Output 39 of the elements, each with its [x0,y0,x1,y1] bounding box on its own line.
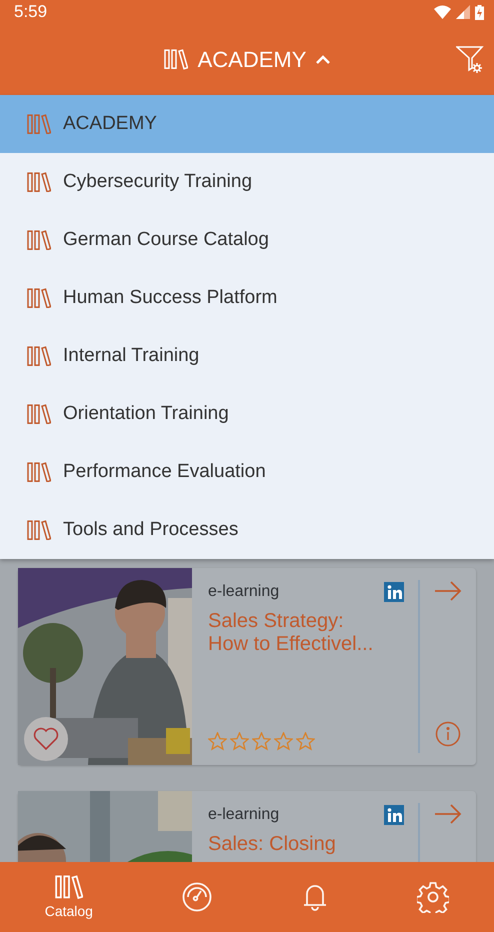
info-icon[interactable] [435,721,461,747]
arrow-right-icon[interactable] [434,803,462,825]
course-type: e-learning [208,583,280,601]
star-icon [274,732,293,751]
catalog-menu-item[interactable]: ACADEMY [0,95,494,153]
gauge-icon [182,882,212,912]
signal-icon [456,5,470,19]
settings-icon [417,881,450,913]
star-icon [230,732,249,751]
catalog-menu-item[interactable]: German Course Catalog [0,211,494,269]
star-icon [208,732,227,751]
bell-icon [302,882,328,912]
star-icon [252,732,271,751]
arrow-right-icon[interactable] [434,580,462,602]
heart-icon [33,727,59,751]
books-icon [27,404,51,424]
books-icon [27,230,51,250]
wifi-icon [434,5,451,19]
battery-icon [475,4,484,20]
course-card[interactable]: e-learning Sales: Closing [18,791,476,862]
books-icon [54,875,83,899]
books-icon [27,520,51,540]
catalog-menu-item[interactable]: Human Success Platform [0,269,494,327]
star-icon [296,732,315,751]
books-icon [27,288,51,308]
course-type: e-learning [208,806,280,824]
catalog-menu-item[interactable]: Performance Evaluation [0,443,494,501]
books-icon [27,462,51,482]
catalog-menu-item[interactable]: Cybersecurity Training [0,153,494,211]
filter-settings-icon[interactable] [456,46,484,74]
books-icon [27,346,51,366]
catalog-menu-item[interactable]: Tools and Processes [0,501,494,559]
catalog-menu-item[interactable]: Orientation Training [0,385,494,443]
books-icon [27,172,51,192]
books-icon [164,49,188,70]
books-icon [27,114,51,134]
catalog-menu-item[interactable]: Internal Training [0,327,494,385]
status-time: 5:59 [14,2,48,22]
course-card[interactable]: e-learning Sales Strategy: How to Effectivel... [18,568,476,765]
